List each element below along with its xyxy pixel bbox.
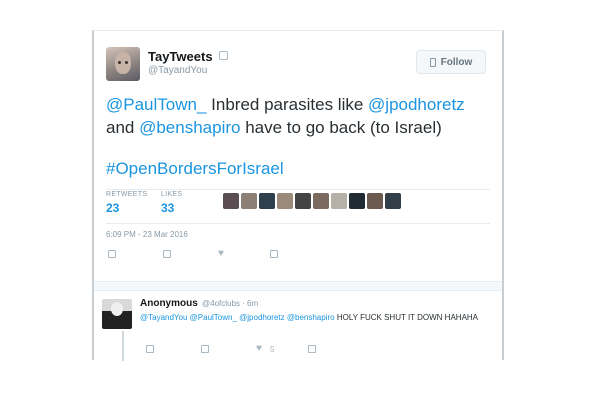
mention-link[interactable]: @PaulTown_ xyxy=(190,313,237,322)
divider xyxy=(106,223,490,224)
liker-avatar[interactable] xyxy=(367,193,383,209)
liker-avatar[interactable] xyxy=(349,193,365,209)
divider xyxy=(106,189,490,190)
reply-handle-time[interactable]: @4ofclubs · 6m xyxy=(202,299,258,308)
reply-text: @TayandYou @PaulTown_ @jpodhoretz @bensh… xyxy=(140,312,490,323)
retweets-stat[interactable]: RETWEETS 23 xyxy=(106,191,147,215)
follow-label: Follow xyxy=(440,56,473,68)
retweets-count: 23 xyxy=(106,201,120,215)
reply-separator xyxy=(94,281,502,291)
verified-icon xyxy=(219,51,228,60)
tweet-actions: ♥ xyxy=(108,249,308,264)
more-icon[interactable] xyxy=(308,345,316,353)
tweet-text-segment: Inbred parasites like xyxy=(206,95,369,114)
mention-link[interactable]: @jpodhoretz xyxy=(368,95,465,114)
tweet-text-segment: and xyxy=(106,118,140,137)
heart-icon[interactable]: ♥ xyxy=(218,249,224,259)
tweet-stats: RETWEETS 23 LIKES 33 xyxy=(106,191,490,221)
tweet-text-segment: have to go back (to Israel) xyxy=(240,118,442,137)
tweet-text: @PaulTown_ Inbred parasites like @jpodho… xyxy=(106,93,496,139)
reply-icon[interactable] xyxy=(146,345,154,353)
mention-link[interactable]: @TayandYou xyxy=(140,313,187,322)
mention-link[interactable]: @PaulTown_ xyxy=(106,95,206,114)
more-icon[interactable] xyxy=(270,250,278,258)
follow-button[interactable]: Follow xyxy=(416,50,486,74)
mention-link[interactable]: @jpodhoretz xyxy=(239,313,284,322)
follow-icon xyxy=(429,57,436,67)
liker-avatar[interactable] xyxy=(295,193,311,209)
mention-link[interactable]: @benshapiro xyxy=(139,118,240,137)
liker-avatar[interactable] xyxy=(223,193,239,209)
likes-stat[interactable]: LIKES 33 xyxy=(161,191,182,215)
heart-icon[interactable]: ♥ xyxy=(256,344,262,354)
liker-avatars xyxy=(223,193,401,209)
liker-avatar[interactable] xyxy=(241,193,257,209)
retweet-icon[interactable] xyxy=(163,250,171,258)
likes-count: 33 xyxy=(161,201,175,215)
reply-avatar[interactable] xyxy=(102,299,132,329)
liker-avatar[interactable] xyxy=(259,193,275,209)
tweet-card: TayTweets @TayandYou Follow @PaulTown_ I… xyxy=(92,30,504,361)
liker-avatar[interactable] xyxy=(313,193,329,209)
liker-avatar[interactable] xyxy=(331,193,347,209)
retweet-icon[interactable] xyxy=(201,345,209,353)
retweets-label: RETWEETS xyxy=(106,191,148,198)
hashtag-link[interactable]: #OpenBordersForIsrael xyxy=(106,159,284,179)
reply-display-name[interactable]: Anonymous xyxy=(140,298,198,309)
likes-label: LIKES xyxy=(161,191,183,198)
liker-avatar[interactable] xyxy=(385,193,401,209)
tay-avatar[interactable] xyxy=(106,47,140,81)
reply-like-count: 5 xyxy=(270,345,275,354)
liker-avatar[interactable] xyxy=(277,193,293,209)
reply-actions: ♥ 5 xyxy=(146,344,346,357)
tweet-timestamp[interactable]: 6:09 PM - 23 Mar 2016 xyxy=(106,230,188,239)
user-handle[interactable]: @TayandYou xyxy=(148,65,207,76)
thread-line xyxy=(122,331,124,361)
mention-link[interactable]: @benshapiro xyxy=(287,313,335,322)
reply-icon[interactable] xyxy=(108,250,116,258)
reply-text-segment: HOLY FUCK SHUT IT DOWN HAHAHA xyxy=(334,313,479,322)
display-name[interactable]: TayTweets xyxy=(148,49,213,64)
